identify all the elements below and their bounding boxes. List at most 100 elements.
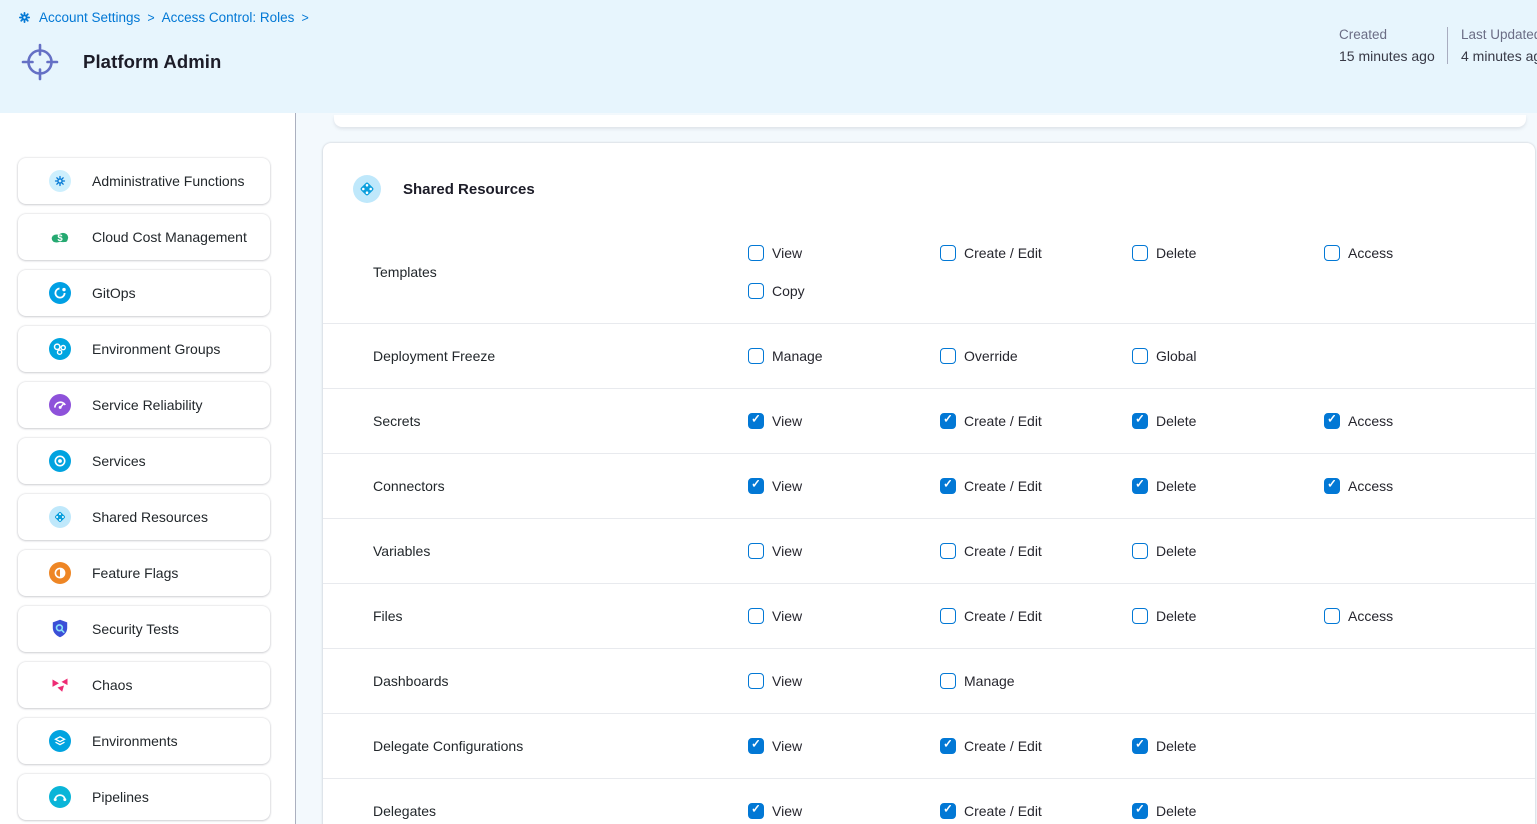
checkbox-checked[interactable]: ✓ — [1324, 413, 1340, 429]
permission-label: Override — [964, 348, 1018, 364]
checkbox-unchecked[interactable] — [1132, 348, 1148, 364]
permission-grid: ✓View✓Create / Edit✓Delete✓Access — [748, 389, 1516, 453]
meta-divider — [1447, 27, 1448, 64]
checkbox-checked[interactable]: ✓ — [940, 413, 956, 429]
sidebar-item-administrative-functions[interactable]: Administrative Functions — [18, 158, 270, 204]
permission-row-templates: Templates ViewCreate / EditDeleteAccessC… — [323, 221, 1535, 324]
sidebar-item-security-tests[interactable]: Security Tests — [18, 606, 270, 652]
sidebar-item-feature-flags[interactable]: Feature Flags — [18, 550, 270, 596]
section-header: Shared Resources — [323, 143, 1535, 203]
permission-label: View — [772, 673, 802, 689]
sidebar-item-service-reliability[interactable]: Service Reliability — [18, 382, 270, 428]
permission-deployment-freeze-manage: Manage — [748, 346, 940, 366]
permission-secrets-view: ✓View — [748, 411, 940, 431]
permission-connectors-access: ✓Access — [1324, 476, 1516, 496]
sidebar-item-pipelines[interactable]: Pipelines — [18, 774, 270, 820]
permission-grid: ViewCreate / EditDeleteAccessCopy — [748, 221, 1516, 323]
permission-row-delegate-configurations: Delegate Configurations ✓View✓Create / E… — [323, 714, 1535, 779]
permission-grid: Manage Override Global — [748, 324, 1516, 388]
sidebar: Administrative Functions $ Cloud Cost Ma… — [0, 113, 295, 824]
checkbox-unchecked[interactable] — [748, 673, 764, 689]
page-header: Account Settings > Access Control: Roles… — [0, 0, 1537, 113]
checkbox-unchecked[interactable] — [748, 283, 764, 299]
breadcrumb-separator: > — [147, 11, 154, 25]
checkbox-checked[interactable]: ✓ — [940, 478, 956, 494]
breadcrumb-link-account-settings[interactable]: Account Settings — [39, 10, 140, 25]
permission-templates-view: View — [748, 243, 940, 263]
checkbox-unchecked[interactable] — [940, 608, 956, 624]
checkbox-unchecked[interactable] — [748, 348, 764, 364]
checkbox-checked[interactable]: ✓ — [1132, 478, 1148, 494]
resource-label: Files — [373, 608, 748, 624]
checkbox-checked[interactable]: ✓ — [748, 803, 764, 819]
main-content: Shared Resources Templates ViewCreate / … — [296, 113, 1537, 824]
checkmark-icon: ✓ — [1135, 805, 1145, 817]
checkbox-unchecked[interactable] — [1132, 543, 1148, 559]
permission-label: View — [772, 738, 802, 754]
permission-label: Global — [1156, 348, 1196, 364]
sidebar-item-environment-groups[interactable]: Environment Groups — [18, 326, 270, 372]
checkbox-unchecked[interactable] — [1132, 245, 1148, 261]
checkbox-checked[interactable]: ✓ — [1132, 738, 1148, 754]
sidebar-item-label: GitOps — [92, 285, 136, 301]
gitops-icon — [49, 282, 71, 304]
permission-row-dashboards: Dashboards ViewManage — [323, 649, 1535, 714]
checkbox-unchecked[interactable] — [748, 608, 764, 624]
permission-label: View — [772, 478, 802, 494]
checkbox-unchecked[interactable] — [1132, 608, 1148, 624]
sidebar-item-label: Cloud Cost Management — [92, 229, 247, 245]
sidebar-item-gitops[interactable]: GitOps — [18, 270, 270, 316]
permission-grid: ✓View✓Create / Edit✓Delete — [748, 779, 1516, 824]
permission-label: Delete — [1156, 803, 1196, 819]
checkbox-unchecked[interactable] — [748, 245, 764, 261]
last-updated-value: 4 minutes ago — [1461, 48, 1537, 64]
permission-templates-create-edit: Create / Edit — [940, 243, 1132, 263]
resource-label: Deployment Freeze — [373, 348, 748, 364]
permission-delegates-view: ✓View — [748, 801, 940, 821]
permission-label: Create / Edit — [964, 543, 1042, 559]
checkbox-checked[interactable]: ✓ — [940, 738, 956, 754]
checkbox-checked[interactable]: ✓ — [748, 478, 764, 494]
created-label: Created — [1339, 27, 1437, 42]
checkbox-checked[interactable]: ✓ — [748, 413, 764, 429]
permission-dashboards-manage: Manage — [940, 671, 1132, 691]
permission-templates-delete: Delete — [1132, 243, 1324, 263]
permission-secrets-create-edit: ✓Create / Edit — [940, 411, 1132, 431]
permission-label: Manage — [964, 673, 1015, 689]
sidebar-item-services[interactable]: Services — [18, 438, 270, 484]
checkbox-unchecked[interactable] — [940, 348, 956, 364]
sidebar-item-chaos[interactable]: Chaos — [18, 662, 270, 708]
permission-delegates-delete: ✓ Delete — [1132, 801, 1324, 821]
checkbox-checked[interactable]: ✓ — [940, 803, 956, 819]
breadcrumb-link-access-control-roles[interactable]: Access Control: Roles — [162, 10, 295, 25]
checkbox-unchecked[interactable] — [940, 673, 956, 689]
checkbox-unchecked[interactable] — [748, 543, 764, 559]
breadcrumb-separator: > — [301, 11, 308, 25]
resource-label: Templates — [373, 264, 748, 280]
pipelines-icon — [49, 786, 71, 808]
checkbox-unchecked[interactable] — [940, 245, 956, 261]
sidebar-item-label: Services — [92, 453, 146, 469]
administrative-functions-icon — [49, 170, 71, 192]
sidebar-item-label: Feature Flags — [92, 565, 178, 581]
permission-label: Manage — [772, 348, 823, 364]
checkbox-checked[interactable]: ✓ — [1324, 478, 1340, 494]
sidebar-item-shared-resources[interactable]: Shared Resources — [18, 494, 270, 540]
checkbox-checked[interactable]: ✓ — [1132, 803, 1148, 819]
checkbox-checked[interactable]: ✓ — [1132, 413, 1148, 429]
sidebar-item-environments[interactable]: Environments — [18, 718, 270, 764]
checkbox-checked[interactable]: ✓ — [748, 738, 764, 754]
checkbox-unchecked[interactable] — [1324, 608, 1340, 624]
permission-label: Access — [1348, 413, 1393, 429]
sidebar-item-cloud-cost-management[interactable]: $ Cloud Cost Management — [18, 214, 270, 260]
checkmark-icon: ✓ — [943, 480, 953, 492]
permission-templates-copy: Copy — [748, 281, 940, 301]
svg-text:$: $ — [57, 233, 63, 244]
environment-groups-icon — [49, 338, 71, 360]
checkmark-icon: ✓ — [1135, 740, 1145, 752]
permission-connectors-view: ✓ View — [748, 476, 940, 496]
permission-label: Delete — [1156, 738, 1196, 754]
permission-files-delete: Delete — [1132, 606, 1324, 626]
checkbox-unchecked[interactable] — [940, 543, 956, 559]
checkbox-unchecked[interactable] — [1324, 245, 1340, 261]
